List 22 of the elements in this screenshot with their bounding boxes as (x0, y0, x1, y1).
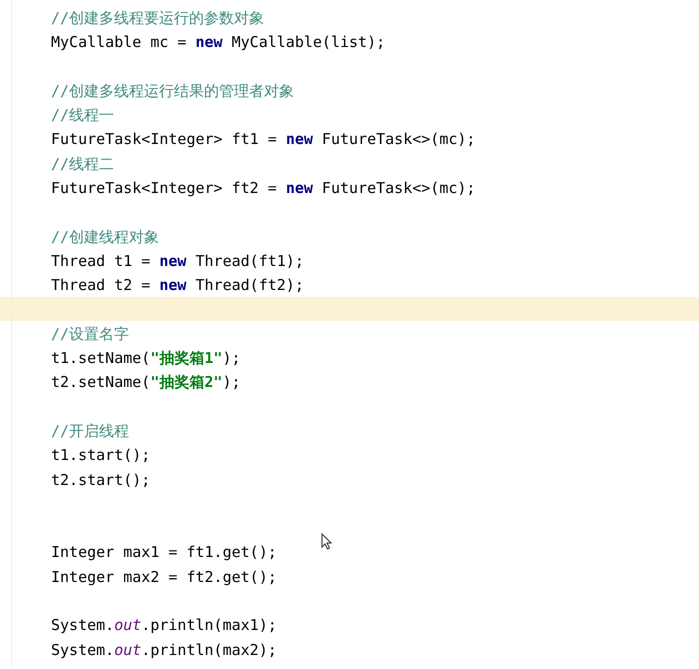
code-line: t1.start(); (51, 445, 150, 466)
code-line: Thread t1 = new Thread(ft1); (51, 250, 304, 271)
comment-line: //设置名字 (51, 324, 130, 344)
comment-line: //开启线程 (51, 420, 130, 441)
code-editor[interactable] (0, 0, 699, 669)
code-line: FutureTask<Integer> ft2 = new FutureTask<>(mc); (51, 178, 476, 198)
comment-line: //创建多线程运行结果的管理者对象 (51, 80, 294, 101)
comment-line: //创建多线程要运行的参数对象 (51, 8, 264, 28)
mouse-pointer-icon (321, 533, 332, 550)
code-line: Integer max1 = ft1.get(); (51, 542, 277, 562)
code-line: t2.setName("抽奖箱2"); (51, 372, 240, 392)
code-line: t2.start(); (51, 470, 150, 490)
code-line: Integer max2 = ft2.get(); (51, 566, 277, 587)
comment-line: //线程二 (51, 154, 114, 174)
code-line: MyCallable mc = new MyCallable(list); (51, 32, 386, 52)
code-line: t1.setName("抽奖箱1"); (51, 348, 240, 368)
code-line: System.out.println(max2); (51, 640, 277, 660)
code-line: FutureTask<Integer> ft1 = new FutureTask<>(mc); (51, 129, 476, 150)
comment-line: //线程一 (51, 105, 114, 126)
comment-line: //创建线程对象 (51, 226, 160, 247)
code-line: System.out.println(max1); (51, 615, 277, 636)
code-line: Thread t2 = new Thread(ft2); (51, 275, 304, 296)
